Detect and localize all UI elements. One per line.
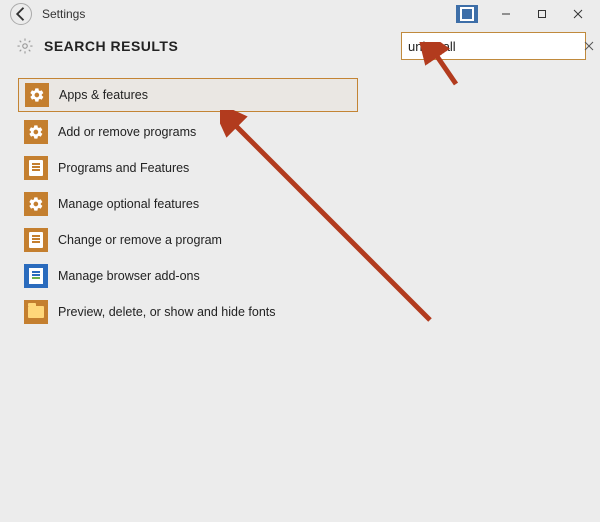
result-label: Add or remove programs (58, 125, 196, 139)
result-item[interactable]: Manage browser add-ons (18, 260, 358, 292)
window-title: Settings (42, 7, 456, 21)
search-input[interactable] (408, 39, 584, 54)
back-button[interactable] (10, 3, 32, 25)
titlebar: Settings (0, 0, 600, 28)
minimize-button[interactable] (488, 2, 524, 26)
result-label: Manage browser add-ons (58, 269, 200, 283)
folder-icon (24, 300, 48, 324)
result-label: Preview, delete, or show and hide fonts (58, 305, 276, 319)
result-item[interactable]: Add or remove programs (18, 116, 358, 148)
search-box[interactable] (401, 32, 586, 60)
result-label: Apps & features (59, 88, 148, 102)
window-controls (456, 2, 596, 26)
gear-icon (25, 83, 49, 107)
gear-icon (24, 192, 48, 216)
result-item[interactable]: Preview, delete, or show and hide fonts (18, 296, 358, 328)
result-label: Programs and Features (58, 161, 189, 175)
result-label: Manage optional features (58, 197, 199, 211)
result-label: Change or remove a program (58, 233, 222, 247)
addons-icon (24, 264, 48, 288)
page-header: SEARCH RESULTS (0, 32, 600, 60)
gear-icon (14, 35, 36, 57)
result-item[interactable]: Programs and Features (18, 152, 358, 184)
page-title: SEARCH RESULTS (44, 38, 401, 54)
gear-icon (24, 120, 48, 144)
result-item[interactable]: Apps & features (18, 78, 358, 112)
results-list: Apps & features Add or remove programs Pro… (0, 60, 600, 328)
programs-icon (24, 228, 48, 252)
maximize-button[interactable] (524, 2, 560, 26)
close-button[interactable] (560, 2, 596, 26)
multi-monitor-icon[interactable] (456, 5, 478, 23)
result-item[interactable]: Manage optional features (18, 188, 358, 220)
clear-search-icon[interactable] (584, 39, 594, 53)
programs-icon (24, 156, 48, 180)
result-item[interactable]: Change or remove a program (18, 224, 358, 256)
